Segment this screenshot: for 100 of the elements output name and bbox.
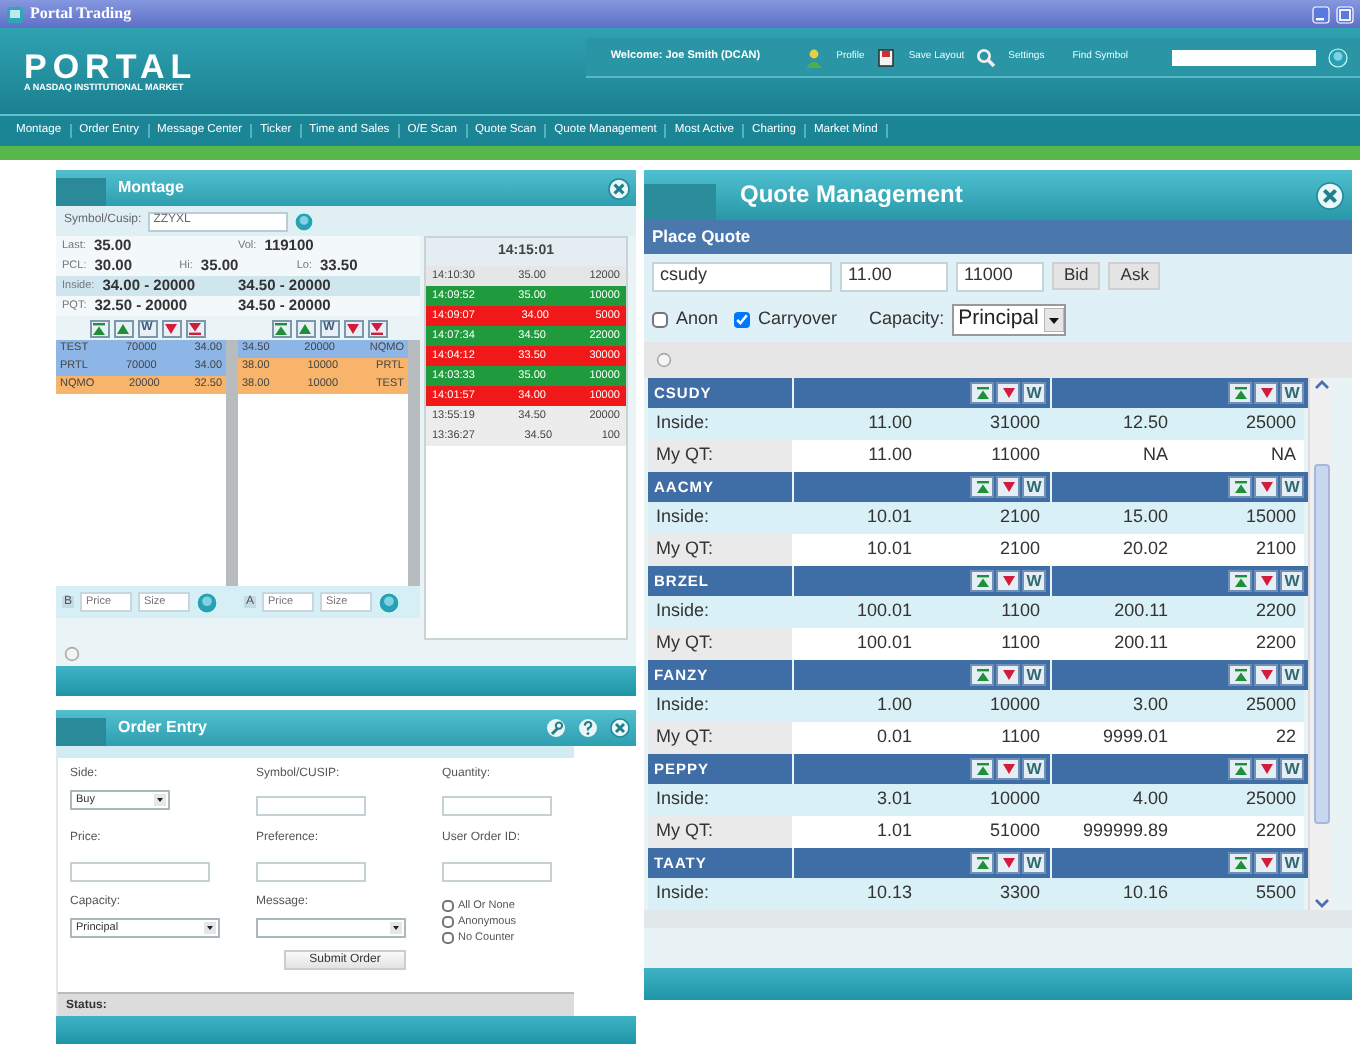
go-button[interactable]: [293, 211, 314, 231]
weight-button[interactable]: W: [1022, 382, 1046, 404]
quote-value: 25000: [1243, 414, 1298, 434]
lower-button[interactable]: [1254, 664, 1278, 686]
raise-button[interactable]: [970, 664, 994, 686]
weight-button[interactable]: W: [1280, 476, 1304, 498]
close-icon[interactable]: [608, 177, 630, 199]
raise-button[interactable]: [970, 382, 994, 404]
capacity-select[interactable]: Principal: [952, 304, 1067, 336]
scroll-up-icon[interactable]: [1313, 378, 1329, 390]
raise-button[interactable]: [970, 852, 994, 874]
move-top-button[interactable]: [89, 319, 109, 337]
weight-button[interactable]: W: [1280, 664, 1304, 686]
size-field[interactable]: 11000: [956, 261, 1044, 291]
person-icon[interactable]: [804, 47, 825, 67]
symbol-field[interactable]: csudy: [652, 261, 832, 291]
input-field[interactable]: [442, 796, 552, 817]
lower-button[interactable]: [1254, 758, 1278, 780]
lower-button[interactable]: [996, 382, 1020, 404]
close-icon[interactable]: [1316, 181, 1344, 209]
input-field[interactable]: [256, 796, 366, 817]
raise-button[interactable]: [970, 570, 994, 592]
quote-value: 100.01: [854, 602, 914, 622]
weight-button[interactable]: W: [1022, 570, 1046, 592]
weight-button[interactable]: W: [1022, 758, 1046, 780]
submit-button[interactable]: [378, 591, 401, 613]
quote-value: 25000: [1243, 790, 1298, 810]
maximize-icon[interactable]: [1336, 5, 1354, 23]
quote-value: 9999.01: [1100, 728, 1170, 748]
lower-button[interactable]: [1254, 570, 1278, 592]
lower-button[interactable]: [996, 476, 1020, 498]
checkbox[interactable]: [442, 916, 454, 929]
weight-button[interactable]: W: [1022, 664, 1046, 686]
refresh-icon[interactable]: [64, 645, 80, 661]
up-arrow-icon: [116, 321, 130, 335]
price-field[interactable]: 11.00: [840, 261, 948, 291]
checkbox[interactable]: [734, 312, 751, 328]
move-down-button[interactable]: [161, 319, 181, 337]
quote-label: Inside:: [654, 786, 712, 813]
wrench-icon[interactable]: [546, 718, 566, 738]
down-arrow-icon: [1001, 574, 1015, 588]
submit-button[interactable]: [196, 591, 219, 613]
lower-button[interactable]: [996, 570, 1020, 592]
quote-value: 10000: [987, 790, 1042, 810]
lower-button[interactable]: [1254, 382, 1278, 404]
input-field[interactable]: [70, 861, 210, 882]
quote-value: 5500: [1253, 884, 1298, 904]
quote-button[interactable]: Bid: [1052, 262, 1101, 290]
quote-button[interactable]: Ask: [1108, 262, 1161, 290]
move-up-button[interactable]: [113, 319, 133, 337]
weight-button[interactable]: W: [1280, 570, 1304, 592]
down-arrow-icon: [1259, 574, 1273, 588]
refresh-icon[interactable]: [656, 352, 672, 368]
quote-value: 20.02: [1120, 540, 1170, 560]
checkbox[interactable]: [442, 900, 454, 913]
input-field[interactable]: [442, 861, 552, 882]
raise-button[interactable]: [1228, 758, 1252, 780]
search-icon[interactable]: [976, 47, 997, 67]
move-bottom-button[interactable]: [367, 319, 387, 337]
weight-button[interactable]: W: [1022, 476, 1046, 498]
lower-button[interactable]: [996, 852, 1020, 874]
select-field[interactable]: [256, 917, 406, 938]
raise-button[interactable]: [1228, 664, 1252, 686]
lower-button[interactable]: [996, 664, 1020, 686]
weight-button[interactable]: W: [1280, 382, 1304, 404]
weight-button[interactable]: W: [1022, 852, 1046, 874]
raise-button[interactable]: [970, 758, 994, 780]
caret-icon: [1044, 308, 1065, 332]
lower-button[interactable]: [1254, 476, 1278, 498]
raise-button[interactable]: [1228, 852, 1252, 874]
checkbox[interactable]: [652, 312, 668, 328]
panel-title: Order Entry: [118, 719, 209, 737]
raise-button[interactable]: [970, 476, 994, 498]
weight-button[interactable]: W: [1280, 758, 1304, 780]
move-down-button[interactable]: [343, 319, 363, 337]
quote-value: 2100: [997, 540, 1042, 560]
up-arrow-icon: [298, 321, 312, 335]
search-button[interactable]: [1328, 47, 1348, 67]
scroll-down-icon[interactable]: [1313, 898, 1329, 910]
raise-button[interactable]: [1228, 570, 1252, 592]
raise-button[interactable]: [1228, 476, 1252, 498]
input-field[interactable]: [256, 861, 366, 882]
lower-button[interactable]: [996, 758, 1020, 780]
quote-value: 3300: [997, 884, 1042, 904]
lower-button[interactable]: [1254, 852, 1278, 874]
find-symbol-field[interactable]: [1172, 49, 1316, 65]
raise-button[interactable]: [1228, 382, 1252, 404]
minimize-icon[interactable]: [1312, 5, 1330, 23]
move-top-button[interactable]: [271, 319, 291, 337]
quote-value: 1.00: [874, 696, 914, 716]
weight-button[interactable]: W: [1280, 852, 1304, 874]
quote-label: Inside:: [654, 410, 712, 437]
move-bottom-button[interactable]: [185, 319, 205, 337]
help-icon[interactable]: [578, 718, 598, 738]
down-arrow-icon: [1001, 480, 1015, 494]
close-icon[interactable]: [610, 718, 630, 738]
top-arrow-icon: [92, 321, 106, 335]
checkbox[interactable]: [442, 932, 454, 945]
move-up-button[interactable]: [295, 319, 315, 337]
scroll-thumb[interactable]: [1313, 464, 1329, 824]
